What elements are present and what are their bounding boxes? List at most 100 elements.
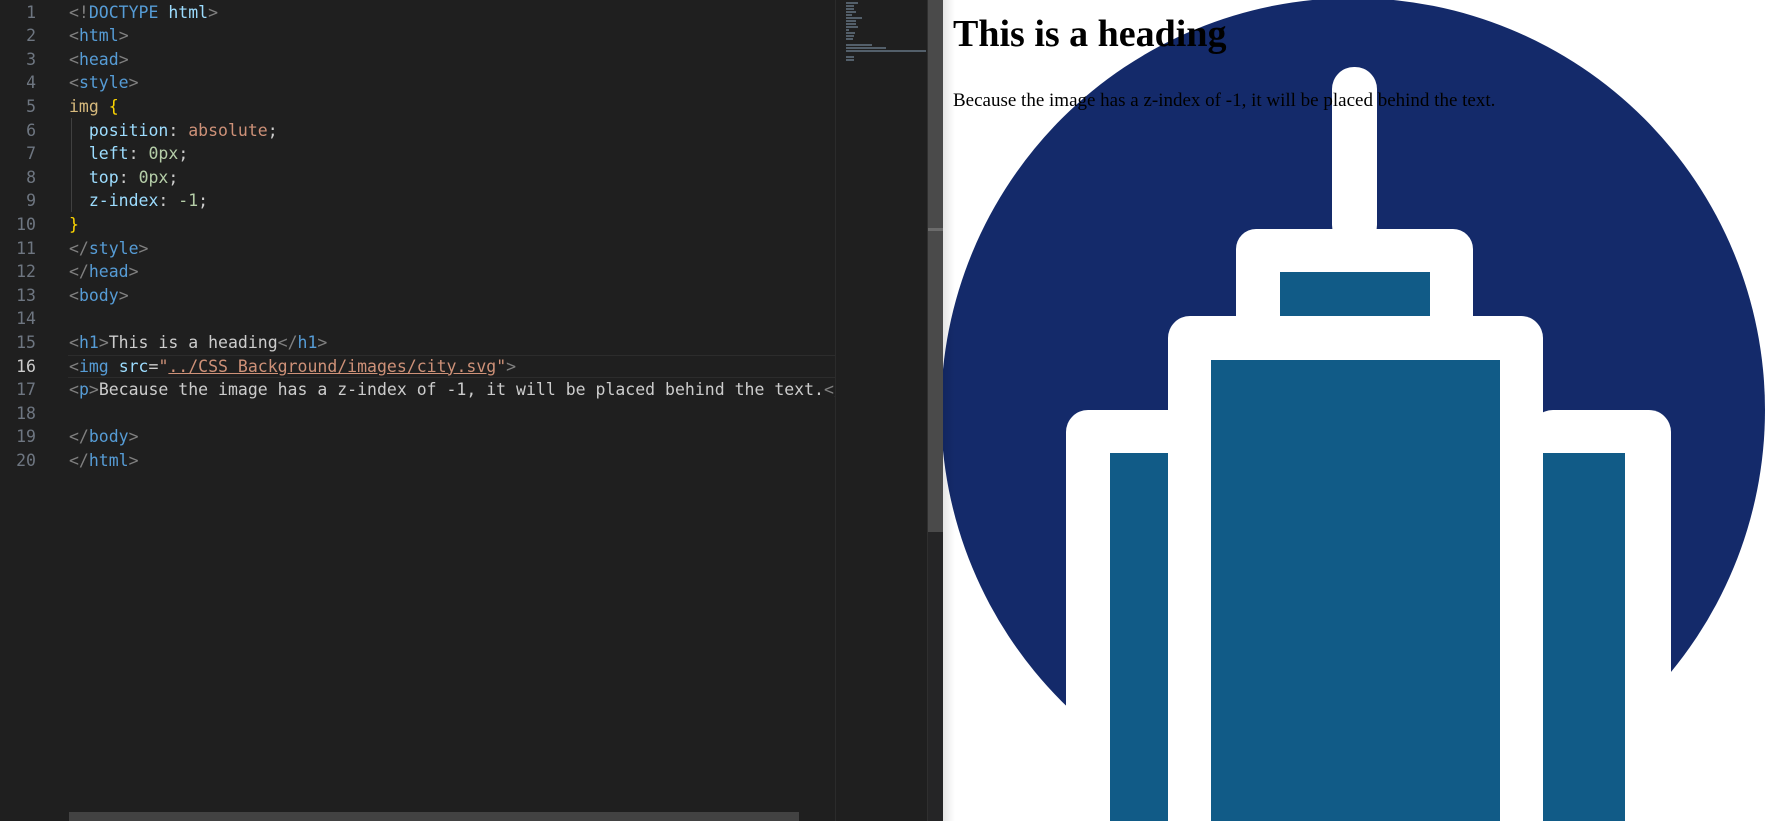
- line-number: 14: [16, 309, 36, 329]
- code-token: :: [158, 191, 179, 211]
- code-line[interactable]: 8 top: 0px;: [0, 166, 835, 190]
- code-token: style: [78, 73, 129, 93]
- code-token: html: [88, 450, 129, 470]
- code-content: left: 0px;: [69, 142, 188, 166]
- code-token: head: [88, 262, 129, 282]
- line-number: 3: [26, 49, 36, 69]
- minimap-line: [846, 50, 926, 52]
- code-token: </: [69, 262, 89, 282]
- code-token: >: [118, 49, 129, 69]
- code-token: z-index: [88, 191, 159, 211]
- horizontal-scrollbar[interactable]: [69, 812, 799, 821]
- code-token: body: [78, 285, 119, 305]
- scrollbar-cursor-marker: [928, 228, 944, 231]
- code-line[interactable]: 6 position: absolute;: [0, 119, 835, 143]
- code-token: <: [69, 285, 79, 305]
- code-token: head: [78, 49, 119, 69]
- code-line[interactable]: 9 z-index: -1;: [0, 189, 835, 213]
- code-token: </: [69, 427, 89, 447]
- minimap-line: [846, 8, 854, 10]
- code-token: This is a heading: [108, 332, 278, 352]
- code-content: position: absolute;: [69, 119, 278, 143]
- code-token: ;: [178, 144, 189, 164]
- code-line[interactable]: 4 <style>: [0, 71, 835, 95]
- code-token: <: [69, 26, 79, 46]
- code-token: DOCTYPE: [88, 2, 169, 22]
- minimap-line: [846, 56, 854, 58]
- minimap-line: [846, 14, 852, 16]
- minimap[interactable]: [835, 0, 928, 821]
- code-line[interactable]: 11 </style>: [0, 237, 835, 261]
- code-content: img {: [69, 95, 119, 119]
- code-token: ;: [168, 167, 179, 187]
- code-line[interactable]: 18: [0, 402, 835, 426]
- code-editor[interactable]: 1 <!DOCTYPE html> 2 <html> 3 <head> 4 <style> 5 i…: [0, 0, 835, 821]
- code-token: >: [128, 262, 139, 282]
- code-line[interactable]: 10}: [0, 213, 835, 237]
- minimap-line: [846, 59, 854, 61]
- code-token: top: [88, 167, 119, 187]
- line-number: 8: [26, 167, 36, 187]
- code-token: img: [78, 356, 119, 376]
- code-token: img: [69, 96, 109, 116]
- code-token: 0px: [148, 144, 179, 164]
- code-token: left: [88, 144, 129, 164]
- code-line[interactable]: 3 <head>: [0, 48, 835, 72]
- code-token: ;: [198, 191, 209, 211]
- code-line[interactable]: 5 img {: [0, 95, 835, 119]
- code-token: h1: [78, 332, 99, 352]
- minimap-line: [846, 26, 858, 28]
- minimap-line: [846, 38, 853, 40]
- code-token: ": [496, 356, 507, 376]
- line-number: 9: [26, 191, 36, 211]
- line-number: 16: [16, 356, 36, 376]
- code-token: :: [118, 167, 139, 187]
- code-line[interactable]: 16 <img src="../CSS Background/images/cit…: [0, 354, 835, 379]
- line-number: 5: [26, 96, 36, 116]
- minimap-line: [846, 47, 886, 49]
- line-number: 11: [16, 238, 36, 258]
- code-token: src: [118, 356, 149, 376]
- code-token: </: [69, 238, 89, 258]
- line-number: 6: [26, 120, 36, 140]
- preview-heading: This is a heading: [953, 13, 1227, 55]
- minimap-line: [846, 23, 856, 25]
- code-line[interactable]: 14: [0, 307, 835, 331]
- code-content: <img src="../CSS Background/images/city.…: [69, 355, 516, 379]
- code-token: <: [69, 73, 79, 93]
- code-line[interactable]: 7 left: 0px;: [0, 142, 835, 166]
- code-token: :: [168, 120, 189, 140]
- code-token: <: [69, 49, 79, 69]
- line-number: 10: [16, 214, 36, 234]
- vertical-scrollbar[interactable]: [927, 0, 944, 821]
- code-content: z-index: -1;: [69, 189, 208, 213]
- scrollbar-thumb[interactable]: [928, 0, 944, 532]
- code-line[interactable]: 19 </body>: [0, 425, 835, 449]
- code-token: =: [148, 356, 159, 376]
- line-number: 15: [16, 332, 36, 352]
- code-line[interactable]: 12 </head>: [0, 260, 835, 284]
- code-token: Because the image has a z-index of -1, i…: [98, 380, 824, 400]
- code-token: </: [823, 380, 835, 400]
- minimap-line: [846, 5, 854, 7]
- code-content: <!DOCTYPE html>: [69, 1, 218, 25]
- city-building-icon: [943, 0, 1765, 821]
- code-line[interactable]: 13 <body>: [0, 284, 835, 308]
- minimap-line: [846, 29, 849, 31]
- code-line[interactable]: 20 </html>: [0, 449, 835, 473]
- code-token: </: [69, 450, 89, 470]
- code-line[interactable]: 2 <html>: [0, 24, 835, 48]
- code-content: </body>: [69, 425, 139, 449]
- line-number: 20: [16, 450, 36, 470]
- code-token: html: [78, 26, 119, 46]
- code-token: >: [88, 380, 99, 400]
- line-number: 17: [16, 380, 36, 400]
- code-line[interactable]: 17 <p>Because the image has a z-index of …: [0, 378, 835, 402]
- code-line[interactable]: 1 <!DOCTYPE html>: [0, 1, 835, 25]
- code-content: </head>: [69, 260, 139, 284]
- code-line[interactable]: 15 <h1>This is a heading</h1>: [0, 331, 835, 355]
- middle-window: [1211, 360, 1500, 821]
- code-content: <body>: [69, 284, 129, 308]
- minimap-line: [846, 20, 856, 22]
